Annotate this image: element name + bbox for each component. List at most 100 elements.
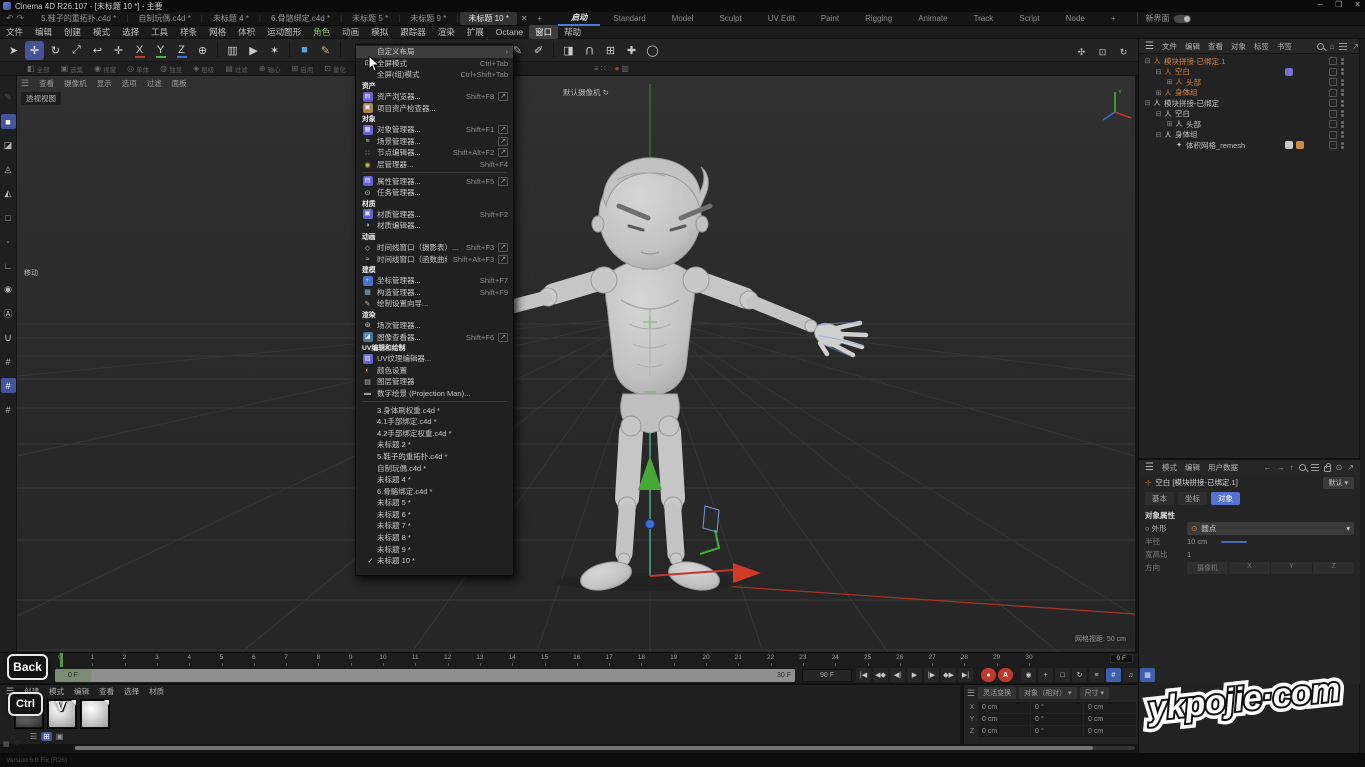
record-rotation-button[interactable]: ↻ [1072, 668, 1087, 682]
tree-object-label[interactable]: 身体组 [1175, 87, 1198, 98]
magnify-icon[interactable]: ◯ [643, 41, 662, 60]
list-view-icon[interactable]: ☰ [30, 732, 37, 741]
tree-object-label[interactable]: 空白 [1175, 66, 1190, 77]
tree-object-label[interactable]: 模块拼接-已绑定 [1164, 98, 1219, 109]
attr-tab-基本[interactable]: 基本 [1145, 492, 1174, 505]
render-view-button[interactable]: ▥ [223, 41, 242, 60]
hamburger-icon[interactable]: ☰ [21, 78, 29, 89]
frame-view-icon[interactable]: ⊡ [1094, 44, 1111, 61]
menu-item-paint-layer-manager[interactable]: ▤图层管理器 [356, 376, 513, 388]
layout-tab-sculpt[interactable]: Sculpt [706, 13, 754, 24]
horizontal-scrollbar[interactable] [75, 746, 1135, 750]
viewport[interactable]: Y ☰查看摄像机显示选项过滤面板 透视视图 默认摄像机 ↻ 网格视距: 50 c… [17, 76, 1135, 652]
rotate-tool[interactable]: ↻ [46, 41, 65, 60]
grid-snap-icon[interactable]: ⊞ [601, 41, 620, 60]
om-menu-编辑[interactable]: 编辑 [1185, 41, 1200, 52]
attr-menu-编辑[interactable]: 编辑 [1185, 462, 1200, 473]
menubar-item-动画[interactable]: 动画 [336, 25, 365, 39]
keyframe-selection-button[interactable]: ▦ [1140, 668, 1155, 682]
tree-caret[interactable]: ⊟ [1154, 110, 1163, 118]
render-picture-viewer-button[interactable]: ▶ [244, 41, 263, 60]
aspect-value[interactable]: 1 [1187, 550, 1191, 559]
search-icon[interactable] [1299, 464, 1306, 471]
visibility-dots[interactable] [1341, 89, 1344, 96]
menubar-item-模拟[interactable]: 模拟 [365, 25, 394, 39]
coord-position-input[interactable]: 0 cm [978, 702, 1030, 713]
radius-value[interactable]: 10 cm [1187, 537, 1207, 546]
popout-icon[interactable]: ↗ [1347, 463, 1354, 472]
tree-caret[interactable]: ⊟ [1143, 57, 1152, 65]
document-tab[interactable]: 5.鞋子的重拓扑.c4d * [33, 12, 124, 25]
toolbar2-item-过滤[interactable]: ▤过滤 [220, 64, 253, 74]
viewport-menu-面板[interactable]: 面板 [172, 78, 187, 89]
document-tab[interactable]: 未标题 4 * [205, 12, 257, 25]
tree-object-label[interactable]: 体积网格_remesh [1186, 140, 1245, 151]
goto-end-button[interactable]: ▶| [958, 668, 973, 682]
record-parameters-button[interactable]: ≡ [1089, 668, 1104, 682]
toolbar2-item-单体[interactable]: ◎单体 [122, 64, 154, 74]
range-start-handle[interactable]: 0 F [55, 669, 91, 682]
layout-tab-node[interactable]: Node [1053, 13, 1098, 24]
om-menu-标签[interactable]: 标签 [1254, 41, 1269, 52]
viewport-menu-过滤[interactable]: 过滤 [147, 78, 162, 89]
menu-item-timeline-fcurve[interactable]: ≈时间线窗口（函数曲线）...Shift+Alt+F3↗ [356, 253, 513, 265]
paint-brush-icon[interactable]: ✐ [529, 41, 548, 60]
visibility-dots[interactable] [1341, 121, 1344, 128]
menu-document-item[interactable]: 4.2手部绑定权重.c4d * [356, 427, 513, 439]
menu-item-take-manager[interactable]: ⊛场次管理器... [356, 320, 513, 332]
viewport-menu-选项[interactable]: 选项 [122, 78, 137, 89]
visibility-dots[interactable] [1341, 58, 1344, 65]
object-tree-row[interactable]: ⊟人模块拼接-已绑定.1· [1139, 56, 1365, 67]
orientation-axis-Z[interactable]: Z [1313, 562, 1354, 574]
menubar-item-模式[interactable]: 模式 [87, 25, 116, 39]
menu-document-item[interactable]: 5.鞋子的重拓扑.c4d * [356, 451, 513, 463]
record-position-button[interactable]: + [1038, 668, 1053, 682]
tree-caret[interactable]: ⊞ [1165, 120, 1174, 128]
layout-tab-启动[interactable]: 启动 [558, 11, 600, 26]
next-frame-button[interactable]: |▶ [924, 668, 939, 682]
om-menu-书签[interactable]: 书签 [1277, 41, 1292, 52]
render-settings-button[interactable]: ✶ [265, 41, 284, 60]
menu-document-item[interactable]: 3.身体刷权重.c4d * [356, 404, 513, 416]
object-tree-row[interactable]: ⊟人空白· [1139, 67, 1365, 78]
menu-document-item[interactable]: ✓未标题 10 * [356, 555, 513, 567]
enable-toggle[interactable]: · [1329, 68, 1337, 76]
toolbar2-item-启用[interactable]: ⊞启用 [287, 64, 319, 74]
toolbar2-item-独显[interactable]: ◍独显 [155, 64, 187, 74]
layout-tab-rigging[interactable]: Rigging [852, 13, 905, 24]
coord-size-input[interactable]: 0 cm [1084, 714, 1136, 725]
material-menu-模式[interactable]: 模式 [49, 686, 64, 697]
om-menu-查看[interactable]: 查看 [1208, 41, 1223, 52]
home-icon[interactable]: ⌂ [1329, 42, 1334, 51]
toolbar2-item-全部[interactable]: ◧全部 [22, 64, 55, 74]
menu-item-project-asset-inspector[interactable]: ▣项目资产检查器... [356, 102, 513, 114]
menubar-item-编辑[interactable]: 编辑 [29, 25, 58, 39]
filter-icon[interactable] [1311, 464, 1319, 471]
visibility-dots[interactable] [1341, 68, 1344, 75]
object-tree-row[interactable]: ⊟人模块拼接-已绑定· [1139, 98, 1365, 109]
menu-document-item[interactable]: 未标题 7 * [356, 520, 513, 532]
menubar-item-Octane[interactable]: Octane [490, 26, 529, 38]
menu-item-node-editor[interactable]: ∷节点编辑器...Shift+Alt+F2↗ [356, 147, 513, 159]
menubar-item-文件[interactable]: 文件 [0, 25, 29, 39]
total-frames-input[interactable]: 90 F [802, 669, 852, 682]
menubar-item-工具[interactable]: 工具 [145, 25, 174, 39]
menubar-item-选择[interactable]: 选择 [116, 25, 145, 39]
tweak-mode-icon[interactable]: ▪ [1, 234, 16, 249]
menu-document-item[interactable]: 未标题 4 * [356, 474, 513, 486]
coord-position-input[interactable]: 0 cm [978, 726, 1030, 737]
menu-document-item[interactable]: 未标题 9 * [356, 543, 513, 555]
om-menu-对象[interactable]: 对象 [1231, 41, 1246, 52]
keyframe-options-button[interactable]: ◉ [1021, 668, 1036, 682]
next-key-button[interactable]: ◆▶ [941, 668, 956, 682]
menu-item-task-manager[interactable]: ⊙任务管理器... [356, 187, 513, 199]
snap-auto-icon[interactable]: # [1, 402, 16, 417]
texture-mode-icon[interactable]: ◪ [1, 138, 16, 153]
material-menu-选择[interactable]: 选择 [124, 686, 139, 697]
orientation-mode-button[interactable]: 摄像机 [1187, 562, 1228, 574]
target-icon[interactable]: ⊙ [1336, 463, 1343, 472]
hamburger-icon[interactable]: ☰ [1145, 41, 1154, 52]
newui-toggle[interactable] [1174, 15, 1191, 23]
layout-tab-model[interactable]: Model [659, 13, 707, 24]
search-icon[interactable] [1317, 43, 1324, 50]
